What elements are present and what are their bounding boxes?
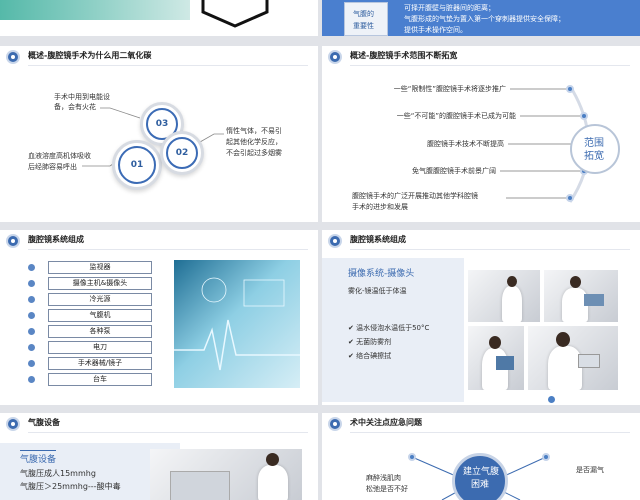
reason-drop-01: 01 (112, 140, 162, 190)
doctor-photo-3 (468, 326, 524, 390)
center-issue-circle: 建立气腹 困难 (452, 453, 508, 500)
component-item: 监视器 (48, 261, 152, 274)
heartbeat-icon (174, 277, 300, 371)
check-item-3: ✔ 络合碘擦拭 (348, 352, 392, 360)
equipment-photo (150, 449, 302, 500)
component-item: 电刀 (48, 341, 152, 354)
issue-right: 是否漏气 (576, 466, 604, 474)
importance-badge: 气腹的 重要性 (344, 2, 388, 36)
issue-dot-right (542, 453, 550, 461)
badge-line-2: 重要性 (353, 22, 374, 30)
scope-circle: 范围 拓宽 (570, 124, 620, 174)
check-item-2: ✔ 无菌防雾剂 (348, 338, 392, 346)
component-item: 台车 (48, 373, 152, 386)
slide-bullet-icon (6, 417, 20, 431)
slide-insufflator[interactable]: 气腹设备 气腹设备 气腹压成人15mmhg 气腹压＞25mmhg---酸中毒 (0, 413, 318, 500)
importance-bullet-1: 可择开腹壁与脏器间的距离； (404, 4, 495, 12)
scope-item-1: 一些“限制性”腹腔镜手术将逐步推广 (393, 85, 506, 93)
component-item: 气腹机 (48, 309, 152, 322)
pager-dot (548, 396, 555, 403)
check-icon: ✔ (348, 338, 357, 346)
slide-top-right: 气腹的 重要性 可择开腹壁与脏器间的距离； 气腹形成的气垫为置入第一个穿刺器提供… (322, 0, 640, 36)
center-line-2: 困难 (471, 480, 490, 490)
slide-scope-expansion[interactable]: 概述-腹腔镜手术范围不断拓宽 一些“限制性”腹腔镜手术将逐步推广 一些“不可能”… (322, 46, 640, 222)
issue-left-line1: 麻醉浅肌肉 (366, 474, 401, 482)
check-icon: ✔ (348, 324, 357, 332)
slide-bullet-icon (328, 234, 342, 248)
component-item: 冷光源 (48, 293, 152, 306)
slide-bullet-icon (6, 234, 20, 248)
slide-title: 气腹设备 (28, 418, 60, 427)
issue-left-line2: 松弛是否不好 (366, 485, 408, 493)
component-item: 各种泵 (48, 325, 152, 338)
center-line-1: 建立气腹 (463, 467, 500, 477)
badge-line-1: 气腹的 (353, 10, 374, 18)
arc-dot-1 (566, 85, 574, 93)
scope-circle-line2: 拓宽 (584, 151, 604, 162)
scope-item-2: 一些“不可能”的腹腔镜手术已成为可能 (396, 112, 516, 120)
scope-item-4: 免气腹腹腔镜手术前景广阔 (412, 167, 496, 175)
operating-room-photo (0, 0, 190, 20)
slide-camera-system[interactable]: 腹腔镜系统组成 摄像系统-摄像头 雾化-镜温低于体温 ✔ 温水侵泡水温低于50°… (322, 230, 640, 405)
hexagon-frame-graphic (201, 0, 269, 28)
camera-heading: 摄像系统-摄像头 (348, 269, 415, 279)
importance-bullet-3: 提供手术操作空间。 (404, 26, 467, 34)
component-item: 摄像主机&摄像头 (48, 277, 152, 290)
doctor-photo-1 (468, 270, 540, 322)
slide-why-co2[interactable]: 概述-腹腔镜手术为什么用二氧化碳 手术中用到电能设 备，会有火花 血液溶度高机体… (0, 46, 318, 222)
camera-sub: 雾化-镜温低于体温 (348, 287, 407, 295)
scope-circle-line1: 范围 (584, 138, 604, 149)
medical-hologram-image (174, 260, 300, 388)
check-item-1: ✔ 温水侵泡水温低于50°C (348, 324, 430, 332)
scope-item-5-line2: 手术的进步和发展 (352, 203, 408, 211)
arc-dot-2 (580, 112, 588, 120)
pressure-line-2: 气腹压＞25mmhg---酸中毒 (20, 482, 121, 491)
arc-dot-5 (566, 194, 574, 202)
slide-title: 腹腔镜系统组成 (350, 235, 406, 244)
slide-system-components[interactable]: 腹腔镜系统组成 监视器 摄像主机&摄像头 冷光源 气腹机 各种泵 电刀 手术器械… (0, 230, 318, 405)
scope-item-3: 腹腔镜手术技术不断提高 (427, 140, 504, 148)
check-icon: ✔ (348, 352, 357, 360)
slide-title: 腹腔镜系统组成 (28, 235, 84, 244)
issue-dot-left (408, 453, 416, 461)
insufflator-heading: 气腹设备 (20, 455, 57, 465)
component-item: 手术器械/镜子 (48, 357, 152, 370)
scope-item-5-line1: 腹腔镜手术的广泛开展推动其他学科腔镜 (352, 192, 478, 200)
reason-drop-02: 02 (160, 131, 204, 175)
slide-top-left (0, 0, 318, 36)
slide-intraop-issues[interactable]: 术中关注点应急问题 建立气腹 困难 麻醉浅肌肉 松弛是否不好 是否漏气 (322, 413, 640, 500)
importance-bullet-2: 气腹形成的气垫为置入第一个穿刺器提供安全保障； (404, 15, 565, 23)
doctor-photo-2 (544, 270, 618, 322)
pressure-line-1: 气腹压成人15mmhg (20, 469, 96, 478)
doctor-photo-4 (528, 326, 618, 390)
